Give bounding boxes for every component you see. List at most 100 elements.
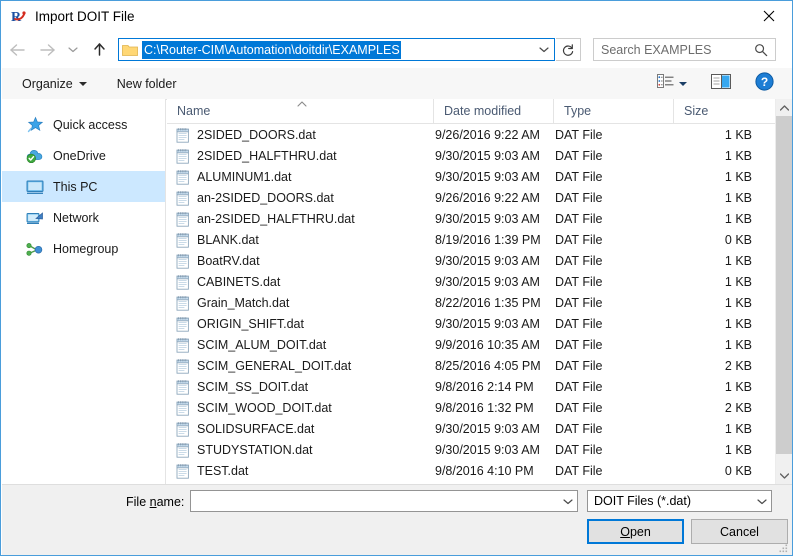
sidebar-item-this-pc[interactable]: This PC <box>2 171 165 202</box>
chevron-down-icon <box>679 81 687 87</box>
help-button[interactable]: ? <box>751 71 778 97</box>
table-row[interactable]: TEST.dat 9/8/2016 4:10 PM DAT File 0 KB <box>167 460 792 481</box>
preview-pane-button[interactable] <box>707 71 735 97</box>
organize-button[interactable]: Organize <box>14 72 95 96</box>
monitor-icon <box>26 178 44 196</box>
file-name-cell[interactable]: SCIM_WOOD_DOIT.dat <box>167 400 434 416</box>
file-type-chevron-down-icon[interactable] <box>753 498 771 505</box>
table-row[interactable]: an-2SIDED_HALFTHRU.dat 9/30/2015 9:03 AM D… <box>167 208 792 229</box>
file-name-cell[interactable]: SCIM_ALUM_DOIT.dat <box>167 337 434 353</box>
dat-file-icon <box>176 295 190 311</box>
recent-locations-chevron-down-icon[interactable] <box>62 35 84 65</box>
file-name-cell[interactable]: SOLIDSURFACE.dat <box>167 421 434 437</box>
cancel-button[interactable]: Cancel <box>691 519 788 544</box>
file-date-cell: 9/30/2015 9:03 AM <box>435 274 540 289</box>
refresh-button[interactable] <box>556 38 581 61</box>
table-row[interactable]: SCIM_WOOD_DOIT.dat 9/8/2016 1:32 PM DAT Fi… <box>167 397 792 418</box>
open-button[interactable]: Open <box>587 519 684 544</box>
file-date-cell: 9/30/2015 9:03 AM <box>435 211 540 226</box>
file-name-combobox[interactable] <box>190 490 578 512</box>
new-folder-label: New folder <box>116 76 177 91</box>
file-name-cell[interactable]: SCIM_SS_DOIT.dat <box>167 379 434 395</box>
column-header-type[interactable]: Type <box>554 99 674 123</box>
table-row[interactable]: SCIM_ALUM_DOIT.dat 9/9/2016 10:35 AM DAT F… <box>167 334 792 355</box>
file-name-cell[interactable]: an-2SIDED_HALFTHRU.dat <box>167 211 434 227</box>
table-row[interactable]: CABINETS.dat 9/30/2015 9:03 AM DAT File 1 K… <box>167 271 792 292</box>
file-name-label-accel: n <box>149 495 157 509</box>
scrollbar-thumb[interactable] <box>776 116 792 454</box>
table-row[interactable]: BLANK.dat 8/19/2016 1:39 PM DAT File 0 KB <box>167 229 792 250</box>
column-header-name[interactable]: Name <box>167 99 434 123</box>
file-name-cell[interactable]: an-2SIDED_DOORS.dat <box>167 190 434 206</box>
address-chevron-down-icon[interactable] <box>534 46 554 53</box>
dat-file-icon <box>176 379 190 395</box>
table-row[interactable]: 2SIDED_DOORS.dat 9/26/2016 9:22 AM DAT Fil… <box>167 124 792 145</box>
table-row[interactable]: SCIM_GENERAL_DOIT.dat 8/25/2016 4:05 PM DA… <box>167 355 792 376</box>
table-row[interactable]: ALUMINUM1.dat 9/30/2015 9:03 AM DAT File 1 … <box>167 166 792 187</box>
file-name-cell[interactable]: 2SIDED_DOORS.dat <box>167 127 434 143</box>
sidebar-item-homegroup[interactable]: Homegroup <box>2 233 165 264</box>
file-name-cell[interactable]: ALUMINUM1.dat <box>167 169 434 185</box>
scroll-down-button[interactable] <box>776 467 792 484</box>
file-name-cell[interactable]: CABINETS.dat <box>167 274 434 290</box>
file-date-cell: 9/30/2015 9:03 AM <box>435 442 540 457</box>
dat-file-icon <box>176 190 190 206</box>
chevron-down-icon <box>78 81 87 87</box>
new-folder-button[interactable]: New folder <box>109 72 185 96</box>
file-type-cell: DAT File <box>555 169 603 184</box>
table-row[interactable]: Grain_Match.dat 8/22/2016 1:35 PM DAT File… <box>167 292 792 313</box>
address-bar[interactable]: C:\Router-CIM\Automation\doitdir\EXAMPLE… <box>118 38 555 61</box>
navigation-bar: C:\Router-CIM\Automation\doitdir\EXAMPLE… <box>2 31 792 68</box>
table-row[interactable]: SOLIDSURFACE.dat 9/30/2015 9:03 AM DAT Fil… <box>167 418 792 439</box>
close-button[interactable] <box>746 1 792 31</box>
column-header-date-modified[interactable]: Date modified <box>434 99 554 123</box>
table-row[interactable]: BoatRV.dat 9/30/2015 9:03 AM DAT File 1 KB <box>167 250 792 271</box>
vertical-scrollbar[interactable] <box>775 99 792 484</box>
file-name-cell[interactable]: STUDYSTATION.dat <box>167 442 434 458</box>
file-name-text: Grain_Match.dat <box>197 295 290 310</box>
file-list-pane: Name Date modified Type Size 2SIDED_DOOR… <box>167 99 792 484</box>
resize-grip[interactable] <box>777 541 789 553</box>
file-name-cell[interactable]: SCIM_GENERAL_DOIT.dat <box>167 358 434 374</box>
table-row[interactable]: SCIM_SS_DOIT.dat 9/8/2016 2:14 PM DAT File… <box>167 376 792 397</box>
column-header-size[interactable]: Size <box>674 99 766 123</box>
sidebar-item-quick-access[interactable]: Quick access <box>2 109 165 140</box>
file-name-chevron-down-icon[interactable] <box>559 498 577 505</box>
file-type-filter-value: DOIT Files (*.dat) <box>594 494 692 508</box>
file-date-cell: 9/30/2015 9:03 AM <box>435 316 540 331</box>
file-name-text: SCIM_ALUM_DOIT.dat <box>197 337 327 352</box>
sidebar-item-network[interactable]: Network <box>2 202 165 233</box>
svg-text:?: ? <box>761 75 768 89</box>
table-row[interactable]: ORIGIN_SHIFT.dat 9/30/2015 9:03 AM DAT Fil… <box>167 313 792 334</box>
file-size-cell: 1 KB <box>724 253 752 268</box>
file-name-cell[interactable]: BoatRV.dat <box>167 253 434 269</box>
file-type-cell: DAT File <box>555 295 603 310</box>
search-icon[interactable] <box>754 43 768 57</box>
table-row[interactable]: STUDYSTATION.dat 9/30/2015 9:03 AM DAT Fil… <box>167 439 792 460</box>
up-one-level-button[interactable] <box>84 35 114 65</box>
dat-file-icon <box>176 274 190 290</box>
file-name-cell[interactable]: TEST.dat <box>167 463 434 479</box>
file-name-cell[interactable]: Grain_Match.dat <box>167 295 434 311</box>
search-input[interactable]: Search EXAMPLES <box>601 43 754 57</box>
file-type-filter-dropdown[interactable]: DOIT Files (*.dat) <box>587 490 772 512</box>
file-type-cell: DAT File <box>555 148 603 163</box>
table-row[interactable]: an-2SIDED_DOORS.dat 9/26/2016 9:22 AM DAT … <box>167 187 792 208</box>
scroll-up-button[interactable] <box>776 99 792 116</box>
forward-button[interactable] <box>32 35 62 65</box>
back-button[interactable] <box>2 35 32 65</box>
file-name-cell[interactable]: BLANK.dat <box>167 232 434 248</box>
file-type-cell: DAT File <box>555 127 603 142</box>
file-name-cell[interactable]: 2SIDED_HALFTHRU.dat <box>167 148 434 164</box>
dat-file-icon <box>176 253 190 269</box>
table-row[interactable]: 2SIDED_HALFTHRU.dat 9/30/2015 9:03 AM DAT … <box>167 145 792 166</box>
file-name-text: SCIM_SS_DOIT.dat <box>197 379 309 394</box>
file-name-text: TEST.dat <box>197 463 249 478</box>
preview-pane-icon <box>711 73 731 94</box>
file-type-cell: DAT File <box>555 379 603 394</box>
search-box[interactable]: Search EXAMPLES <box>593 38 776 61</box>
file-date-cell: 9/30/2015 9:03 AM <box>435 148 540 163</box>
file-name-cell[interactable]: ORIGIN_SHIFT.dat <box>167 316 434 332</box>
sidebar-item-onedrive[interactable]: OneDrive <box>2 140 165 171</box>
view-mode-button[interactable] <box>653 71 691 97</box>
